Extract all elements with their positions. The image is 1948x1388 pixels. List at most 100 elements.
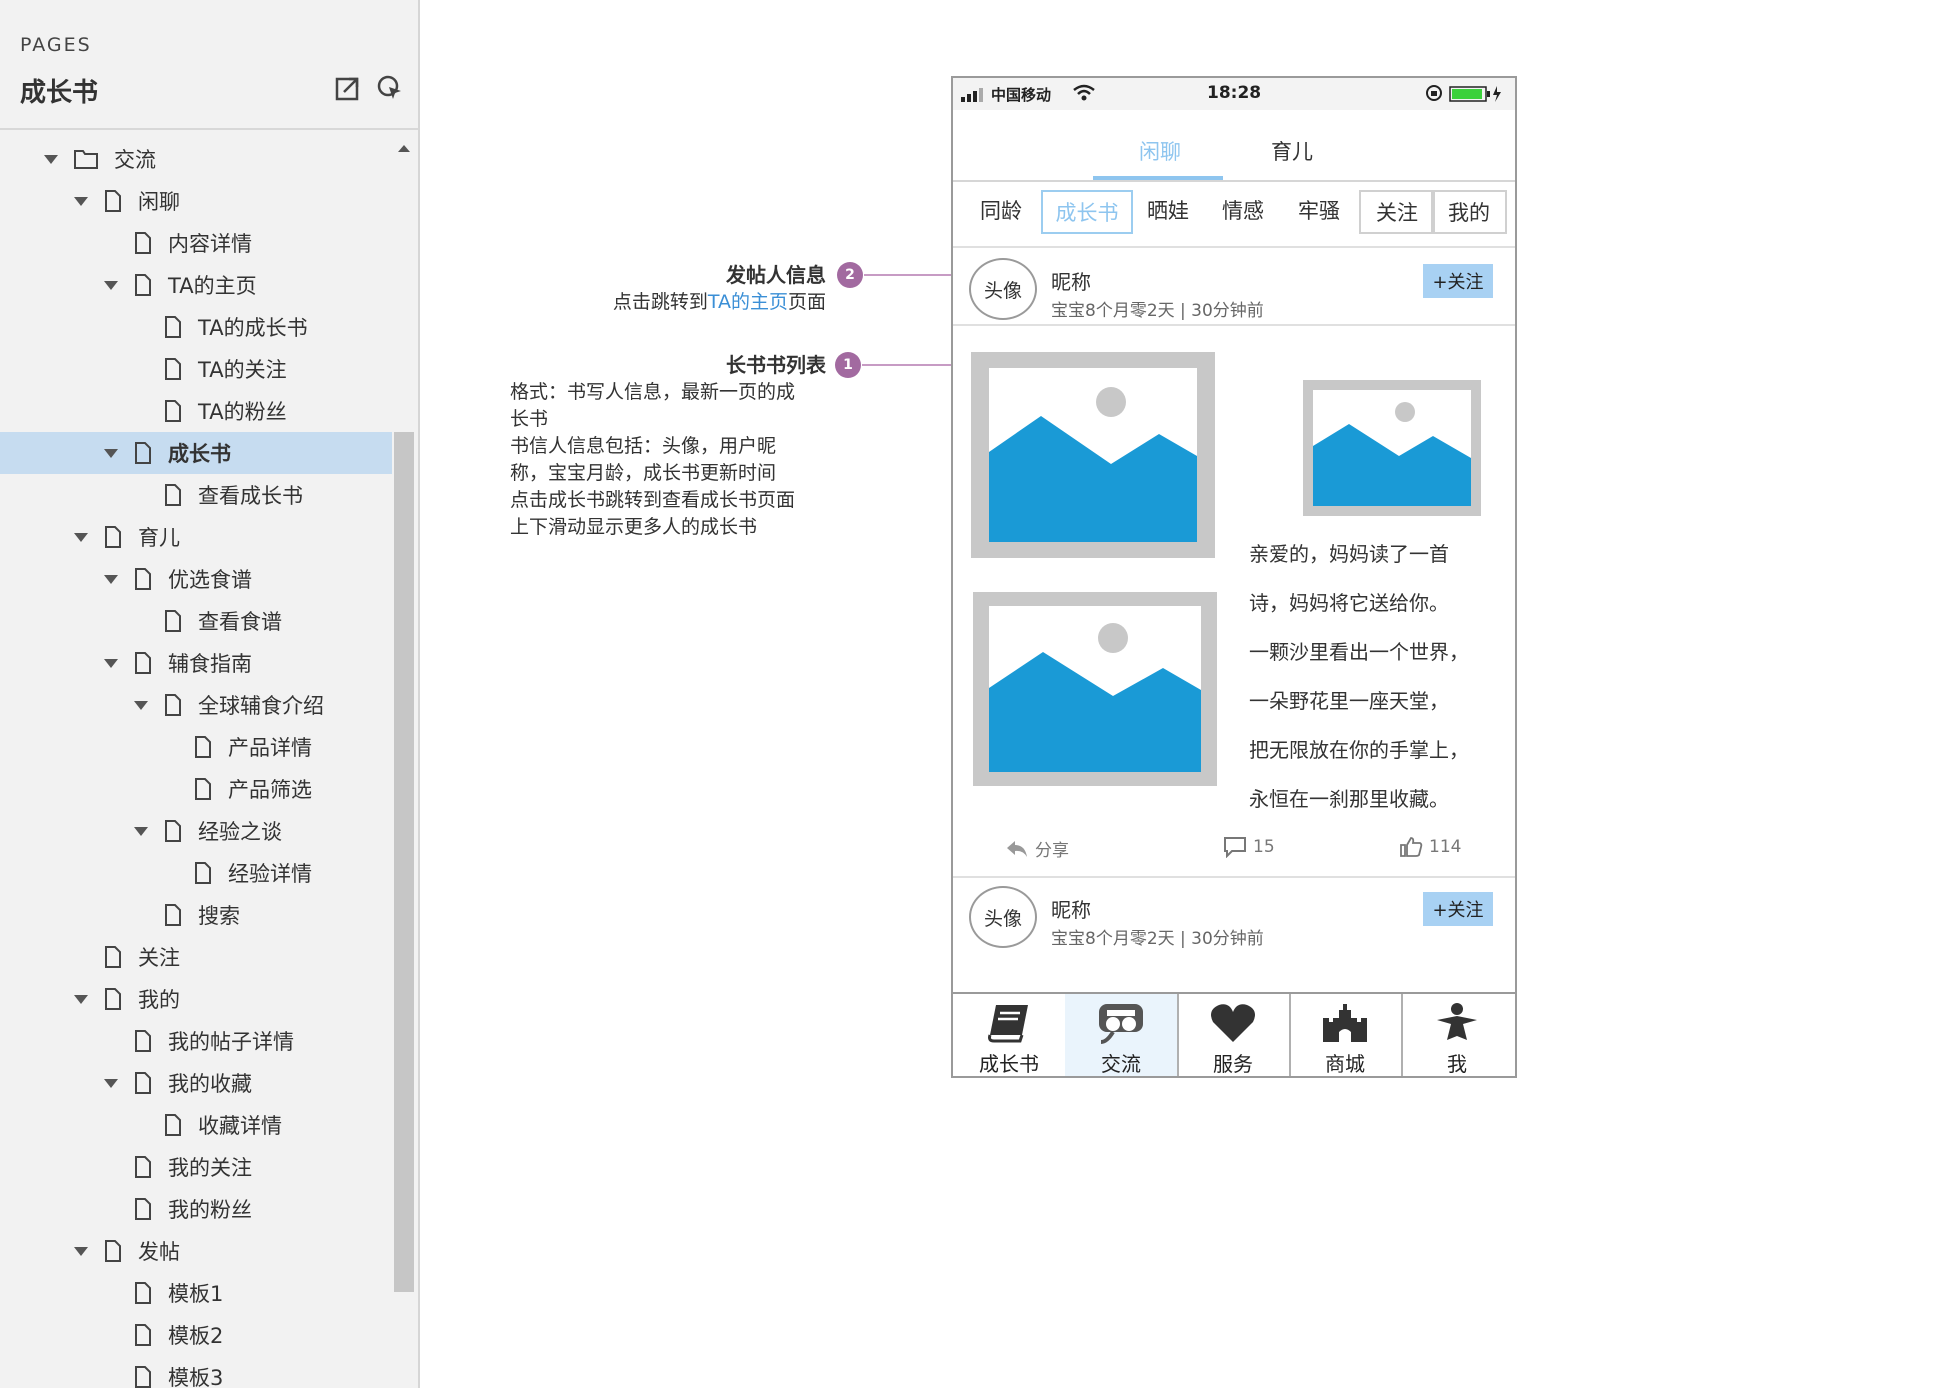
chevron-down-icon[interactable]	[72, 192, 90, 210]
page-icon	[192, 734, 214, 760]
chevron-down-icon[interactable]	[72, 990, 90, 1008]
nav-mall[interactable]: 商城	[1289, 994, 1403, 1076]
sidebar-item[interactable]: TA的主页	[0, 264, 392, 306]
sidebar-item[interactable]: 模板3	[0, 1356, 392, 1388]
tab-parenting[interactable]: 育儿	[1271, 136, 1313, 166]
post-nickname[interactable]: 昵称	[1051, 266, 1091, 295]
sidebar-item[interactable]: 闲聊	[0, 180, 392, 222]
sidebar-item[interactable]: 我的收藏	[0, 1062, 392, 1104]
export-icon[interactable]	[334, 74, 362, 102]
chevron-down-icon[interactable]	[102, 570, 120, 588]
subtab-emotion[interactable]: 情感	[1205, 190, 1281, 230]
page-icon	[162, 482, 184, 508]
annotation-line: 书信人信息包括：头像，用户昵	[510, 435, 777, 457]
nav-communicate[interactable]: 交流	[1065, 994, 1179, 1076]
sidebar-item[interactable]: 产品筛选	[0, 768, 392, 810]
sidebar-item[interactable]: 全球辅食介绍	[0, 684, 392, 726]
sidebar-item[interactable]: 我的关注	[0, 1146, 392, 1188]
subtab-follow[interactable]: 关注	[1359, 190, 1435, 234]
sidebar-item[interactable]: 搜索	[0, 894, 392, 936]
sidebar-item[interactable]: 辅食指南	[0, 642, 392, 684]
sidebar-item[interactable]: 关注	[0, 936, 392, 978]
post-avatar[interactable]: 头像	[969, 258, 1037, 320]
page-icon	[132, 650, 154, 676]
chevron-down-icon[interactable]	[72, 1242, 90, 1260]
like-button[interactable]: 114	[1399, 836, 1461, 858]
sidebar-item[interactable]: 我的帖子详情	[0, 1020, 392, 1062]
castle-icon	[1321, 1000, 1369, 1046]
sidebar-item[interactable]: 内容详情	[0, 222, 392, 264]
sidebar-item[interactable]: 查看成长书	[0, 474, 392, 516]
annotation-text-suffix: 页面	[787, 291, 826, 313]
post-meta: 宝宝8个月零2天 | 30分钟前	[1051, 301, 1264, 321]
sidebar-item-label: 我的	[138, 988, 180, 1012]
post-content[interactable]: 亲爱的，妈妈读了一首 诗，妈妈将它送给你。 一颗沙里看出一个世界， 一朵野花里一…	[1249, 530, 1469, 824]
image-placeholder[interactable]	[971, 352, 1215, 562]
annotation-badge-2: 2	[837, 262, 863, 288]
chevron-down-icon[interactable]	[132, 696, 150, 714]
chevron-down-icon[interactable]	[72, 528, 90, 546]
tab-chat[interactable]: 闲聊	[1139, 136, 1181, 166]
image-placeholder[interactable]	[1303, 380, 1481, 520]
poem-line: 一颗沙里看出一个世界，	[1249, 640, 1469, 664]
sidebar-item-label: 收藏详情	[198, 1114, 282, 1138]
nav-me[interactable]: 我	[1401, 994, 1513, 1076]
subtab-complain[interactable]: 牢骚	[1281, 190, 1357, 230]
comment-button[interactable]: 15	[1223, 836, 1275, 858]
sidebar-item[interactable]: 产品详情	[0, 726, 392, 768]
active-tab-underline	[1093, 176, 1223, 180]
post-nickname[interactable]: 昵称	[1051, 894, 1091, 923]
separator	[953, 876, 1515, 878]
chevron-down-icon[interactable]	[132, 822, 150, 840]
sidebar-item[interactable]: 发帖	[0, 1230, 392, 1272]
sidebar-item-label: 辅食指南	[168, 652, 252, 676]
sidebar-item-label: 经验详情	[228, 862, 312, 886]
sidebar-item-label: 发帖	[138, 1240, 180, 1264]
sidebar-item[interactable]: 模板2	[0, 1314, 392, 1356]
page-icon	[132, 1154, 154, 1180]
sidebar-item[interactable]: 成长书	[0, 432, 392, 474]
sidebar-item[interactable]: 我的	[0, 978, 392, 1020]
chevron-down-icon[interactable]	[102, 654, 120, 672]
sidebar-item[interactable]: 收藏详情	[0, 1104, 392, 1146]
sidebar-scrollbar-thumb[interactable]	[394, 432, 414, 1292]
scroll-up-arrow-icon[interactable]	[396, 140, 412, 154]
page-icon	[162, 356, 184, 382]
share-button[interactable]: 分享	[1005, 836, 1069, 861]
follow-button[interactable]: +关注	[1423, 892, 1493, 926]
sidebar-item-label: 模板2	[168, 1324, 224, 1348]
chevron-down-icon[interactable]	[102, 1074, 120, 1092]
page-icon	[132, 1364, 154, 1388]
sidebar-item[interactable]: TA的关注	[0, 348, 392, 390]
nav-service[interactable]: 服务	[1177, 994, 1291, 1076]
sidebar-item[interactable]: 我的粉丝	[0, 1188, 392, 1230]
sidebar-item[interactable]: 经验之谈	[0, 810, 392, 852]
subtab-growth-book[interactable]: 成长书	[1041, 190, 1133, 234]
sidebar-item[interactable]: 交流	[0, 138, 392, 180]
find-cursor-icon[interactable]	[376, 74, 404, 102]
chevron-down-icon[interactable]	[102, 444, 120, 462]
sidebar-item[interactable]: 模板1	[0, 1272, 392, 1314]
nav-label: 我	[1447, 1052, 1467, 1076]
sidebar-item[interactable]: TA的粉丝	[0, 390, 392, 432]
annotation-connector-2	[864, 274, 964, 276]
chevron-down-icon[interactable]	[102, 276, 120, 294]
nav-growth-book[interactable]: 成长书	[953, 994, 1067, 1076]
chevron-down-icon[interactable]	[42, 150, 60, 168]
sidebar-item[interactable]: 优选食谱	[0, 558, 392, 600]
sidebar-item-label: TA的主页	[168, 274, 257, 298]
subtab-show-baby[interactable]: 晒娃	[1131, 190, 1205, 230]
image-placeholder[interactable]	[973, 592, 1217, 790]
subtab-mine[interactable]: 我的	[1431, 190, 1507, 234]
status-time: 18:28	[1207, 83, 1262, 103]
ta-homepage-link[interactable]: TA的主页	[708, 291, 788, 313]
sidebar-item[interactable]: 育儿	[0, 516, 392, 558]
separator	[953, 324, 1515, 326]
post-avatar[interactable]: 头像	[969, 886, 1037, 948]
sidebar-item[interactable]: 经验详情	[0, 852, 392, 894]
follow-button[interactable]: +关注	[1423, 264, 1493, 298]
subtab-same-age[interactable]: 同龄	[963, 190, 1039, 230]
sidebar-item[interactable]: 查看食谱	[0, 600, 392, 642]
sidebar-item[interactable]: TA的成长书	[0, 306, 392, 348]
phone-frame: 中国移动 18:28 闲聊 育儿 同龄 成长书 晒娃 情感 牢骚 关注 我的 头…	[951, 76, 1517, 1078]
